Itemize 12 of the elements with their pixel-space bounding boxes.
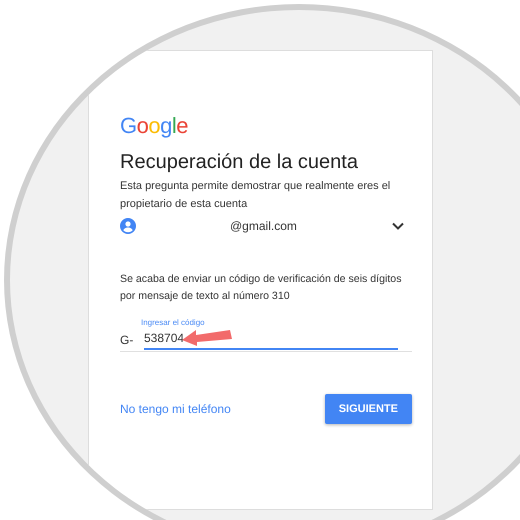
field-label: Ingresar el código (141, 318, 205, 327)
code-prefix: G- (120, 333, 134, 349)
chevron-icon[interactable] (392, 222, 404, 230)
logo: Google (120, 113, 188, 139)
pointer-arrow-icon (182, 330, 232, 346)
description-text: Esta pregunta permite demostrar que realmente eres el propietario de esta cuenta (120, 179, 392, 212)
next-button[interactable]: SIGUIENTE (324, 394, 412, 424)
no-phone-link[interactable]: No tengo mi teléfono (120, 402, 231, 416)
page-title: Recuperación de la cuenta (120, 151, 358, 174)
instruction-text: Se acaba de enviar un código de verificación de seis dígitos por mensaje de texto al número 310 (120, 272, 402, 304)
account-icon (120, 218, 136, 234)
account-email: @gmail.com (230, 219, 298, 233)
